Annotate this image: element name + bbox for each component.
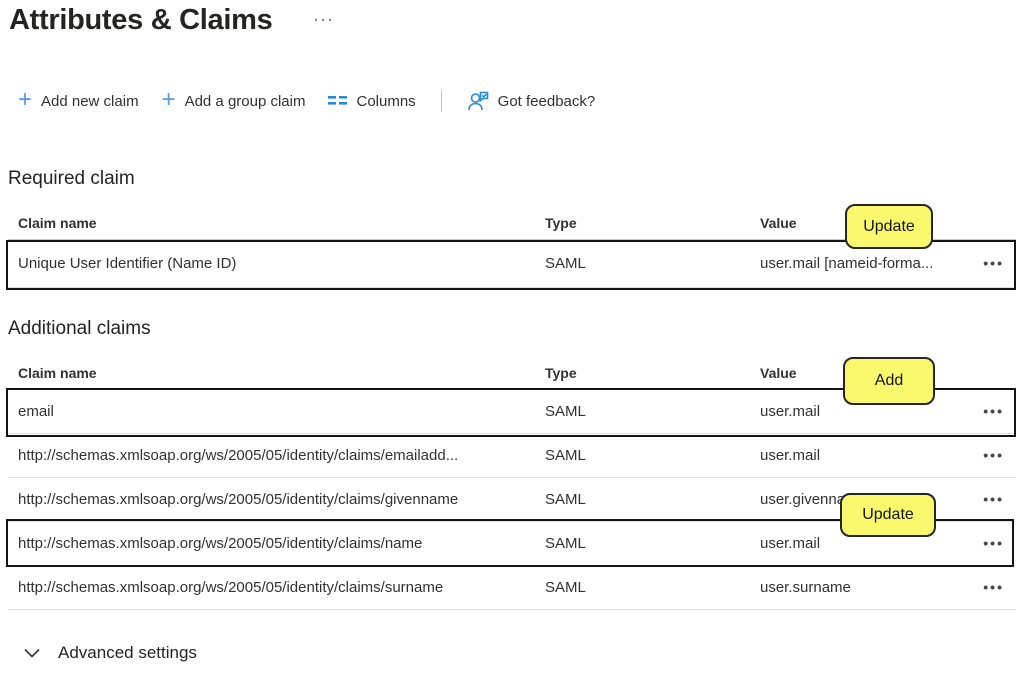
additional-claims-heading: Additional claims xyxy=(8,318,151,340)
add-new-claim-button[interactable]: + Add new claim xyxy=(18,91,139,111)
add-group-claim-label: Add a group claim xyxy=(185,93,306,110)
claim-value-cell: user.surname xyxy=(760,579,976,596)
claim-name-cell: email xyxy=(18,403,545,420)
claim-type-cell: SAML xyxy=(545,491,760,508)
table-row[interactable]: http://schemas.xmlsoap.org/ws/2005/05/id… xyxy=(8,434,1016,478)
column-header-claim-name: Claim name xyxy=(18,215,545,231)
claim-value-cell: user.mail xyxy=(760,403,976,420)
column-header-type: Type xyxy=(545,365,760,381)
toolbar: + Add new claim + Add a group claim Colu… xyxy=(18,87,595,115)
chevron-down-icon xyxy=(24,648,40,658)
columns-icon xyxy=(328,94,347,108)
claim-value-cell: user.mail xyxy=(760,447,976,464)
row-menu-icon[interactable]: ••• xyxy=(983,256,1004,270)
advanced-settings-toggle[interactable]: Advanced settings xyxy=(24,643,197,663)
row-menu-icon[interactable]: ••• xyxy=(983,492,1004,506)
claim-type-cell: SAML xyxy=(545,579,760,596)
toolbar-divider xyxy=(441,90,442,112)
title-context-menu-icon[interactable]: ··· xyxy=(314,12,335,29)
annotation-note-update-name: Update xyxy=(840,493,936,537)
row-menu-icon[interactable]: ••• xyxy=(983,404,1004,418)
table-row[interactable]: http://schemas.xmlsoap.org/ws/2005/05/id… xyxy=(8,566,1016,610)
add-group-claim-button[interactable]: + Add a group claim xyxy=(162,91,306,111)
claim-type-cell: SAML xyxy=(545,447,760,464)
add-new-claim-label: Add new claim xyxy=(41,93,139,110)
annotation-note-update-required: Update xyxy=(845,204,933,249)
row-menu-icon[interactable]: ••• xyxy=(983,580,1004,594)
claim-name-cell: http://schemas.xmlsoap.org/ws/2005/05/id… xyxy=(18,579,545,596)
claim-type-cell: SAML xyxy=(545,535,760,552)
columns-label: Columns xyxy=(356,93,415,110)
claim-name-cell: Unique User Identifier (Name ID) xyxy=(18,255,545,272)
claim-name-cell: http://schemas.xmlsoap.org/ws/2005/05/id… xyxy=(18,447,545,464)
required-claim-heading: Required claim xyxy=(8,168,135,190)
feedback-person-icon xyxy=(467,91,489,111)
plus-icon: + xyxy=(162,90,176,110)
column-header-claim-name: Claim name xyxy=(18,365,545,381)
column-header-type: Type xyxy=(545,215,760,231)
claim-type-cell: SAML xyxy=(545,255,760,272)
got-feedback-label: Got feedback? xyxy=(498,93,596,110)
row-menu-icon[interactable]: ••• xyxy=(983,448,1004,462)
claim-name-cell: http://schemas.xmlsoap.org/ws/2005/05/id… xyxy=(18,491,545,508)
row-menu-icon[interactable]: ••• xyxy=(983,536,1004,550)
attributes-claims-page: Attributes & Claims ··· + Add new claim … xyxy=(0,0,1024,673)
columns-button[interactable]: Columns xyxy=(328,93,415,110)
plus-icon: + xyxy=(18,90,32,110)
got-feedback-button[interactable]: Got feedback? xyxy=(467,91,596,111)
annotation-note-add-email: Add xyxy=(843,357,935,405)
claim-name-cell: http://schemas.xmlsoap.org/ws/2005/05/id… xyxy=(18,535,545,552)
claim-value-cell: user.mail xyxy=(760,535,976,552)
page-title: Attributes & Claims xyxy=(9,4,272,37)
claim-value-cell: user.mail [nameid-forma... xyxy=(760,255,976,272)
claim-type-cell: SAML xyxy=(545,403,760,420)
advanced-settings-label: Advanced settings xyxy=(58,643,197,663)
